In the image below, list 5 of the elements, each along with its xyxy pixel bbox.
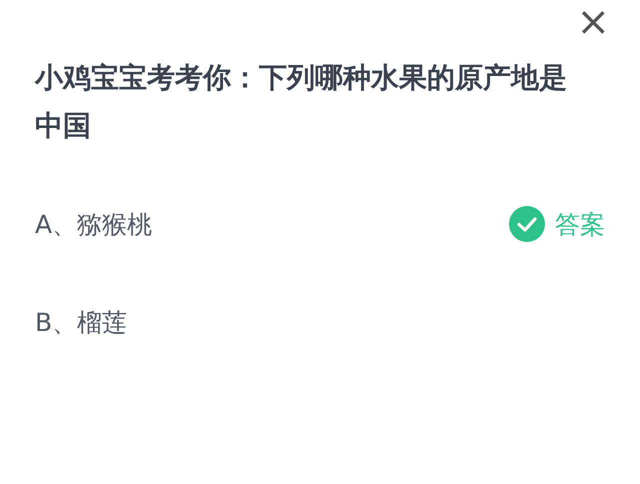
answer-option[interactable]: A、猕猴桃 (35, 208, 152, 240)
close-button[interactable]: × (576, 2, 610, 42)
answer-option[interactable]: B、榴莲 (35, 306, 128, 338)
answer-label: 答案 (555, 208, 605, 240)
question-text: 小鸡宝宝考考你：下列哪种水果的原产地是中国 (35, 60, 568, 144)
